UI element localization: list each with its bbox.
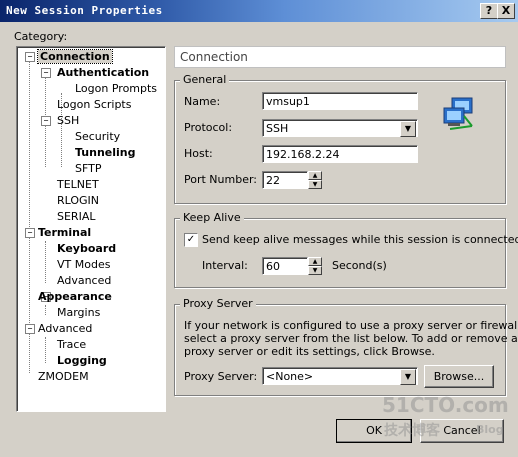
keep-alive-group [174,218,506,288]
watermark-site: 51CTO.com [382,393,509,417]
spin-down-icon[interactable]: ▼ [308,266,322,275]
protocol-value: SSH [266,122,289,135]
protocol-label: Protocol: [184,121,233,134]
tree-item-security[interactable]: Security [75,130,120,143]
tree-item-serial[interactable]: SERIAL [57,210,95,223]
tree-item-logging[interactable]: Logging [57,354,107,367]
spin-up-icon[interactable]: ▲ [308,257,322,266]
tree-item-vt-modes[interactable]: VT Modes [57,258,110,271]
tree-item-margins[interactable]: Margins [57,306,100,319]
tree-item-logon-scripts[interactable]: Logon Scripts [57,98,131,111]
tree-line [45,241,46,283]
interval-spinner[interactable]: ▲ ▼ [308,257,322,275]
port-label: Port Number: [184,173,258,186]
keep-alive-checkbox[interactable]: ✓ [184,233,198,247]
collapse-icon[interactable]: − [25,324,35,334]
watermark-blog: Blog [476,423,504,436]
tree-item-sftp[interactable]: SFTP [75,162,101,175]
tree-item-tunneling[interactable]: Tunneling [75,146,136,159]
network-computers-icon [442,96,476,132]
port-spinner[interactable]: ▲ ▼ [308,171,322,189]
category-tree[interactable]: − Connection − Authentication Logon Prom… [16,46,166,412]
keep-alive-checkbox-label[interactable]: Send keep alive messages while this sess… [202,233,518,246]
tree-item-keyboard[interactable]: Keyboard [57,242,116,255]
tree-line [45,305,46,315]
watermark-blog-cn: 技术博客 [384,423,440,439]
tree-item-trace[interactable]: Trace [57,338,86,351]
collapse-icon[interactable]: − [41,116,51,126]
spin-up-icon[interactable]: ▲ [308,171,322,180]
tree-item-appearance[interactable]: Appearance [38,290,112,303]
tree-item-zmodem[interactable]: ZMODEM [38,370,89,383]
help-button[interactable]: ? [480,3,498,19]
collapse-icon[interactable]: − [25,228,35,238]
interval-field[interactable]: 60 [262,257,308,275]
window-title: New Session Properties [6,4,163,17]
proxy-description-1: If your network is configured to use a p… [184,319,518,332]
tree-line [45,337,46,363]
dialog-window: New Session Properties ? X Category: − C… [0,0,518,457]
title-bar[interactable]: New Session Properties ? X [0,0,518,22]
tree-item-ssh[interactable]: SSH [57,114,79,127]
host-field[interactable]: 192.168.2.24 [262,145,418,163]
tree-item-rlogin[interactable]: RLOGIN [57,194,99,207]
collapse-icon[interactable]: − [41,68,51,78]
browse-button[interactable]: Browse... [424,365,494,388]
category-label: Category: [14,30,68,43]
proxy-server-label: Proxy Server: [184,370,258,383]
proxy-server-select[interactable]: <None> ▼ [262,367,418,385]
interval-unit: Second(s) [332,259,387,272]
tree-line [29,237,30,373]
host-label: Host: [184,147,213,160]
proxy-group-label: Proxy Server [180,297,256,310]
proxy-description-2: select a proxy server from the list belo… [184,332,518,345]
tree-item-connection[interactable]: Connection [37,49,113,64]
proxy-description-3: proxy server or edit its settings, click… [184,345,435,358]
name-label: Name: [184,95,221,108]
general-group-label: General [180,73,230,86]
close-button[interactable]: X [497,3,515,19]
chevron-down-icon[interactable]: ▼ [400,369,416,385]
collapse-icon[interactable]: − [25,52,35,62]
keep-alive-group-label: Keep Alive [180,211,244,224]
tree-line [29,61,30,229]
interval-label: Interval: [202,259,248,272]
chevron-down-icon[interactable]: ▼ [400,121,416,137]
tree-item-advanced-terminal[interactable]: Advanced [57,274,111,287]
panel-header: Connection [174,46,506,68]
tree-item-authentication[interactable]: Authentication [57,66,149,79]
spin-down-icon[interactable]: ▼ [308,180,322,189]
tree-item-advanced[interactable]: Advanced [38,322,92,335]
tree-item-telnet[interactable]: TELNET [57,178,99,191]
tree-item-terminal[interactable]: Terminal [38,226,91,239]
protocol-select[interactable]: SSH ▼ [262,119,418,137]
port-field[interactable]: 22 [262,171,308,189]
proxy-server-value: <None> [266,370,314,383]
tree-item-logon-prompts[interactable]: Logon Prompts [75,82,157,95]
panel-title: Connection [180,50,248,64]
name-field[interactable]: vmsup1 [262,92,418,110]
